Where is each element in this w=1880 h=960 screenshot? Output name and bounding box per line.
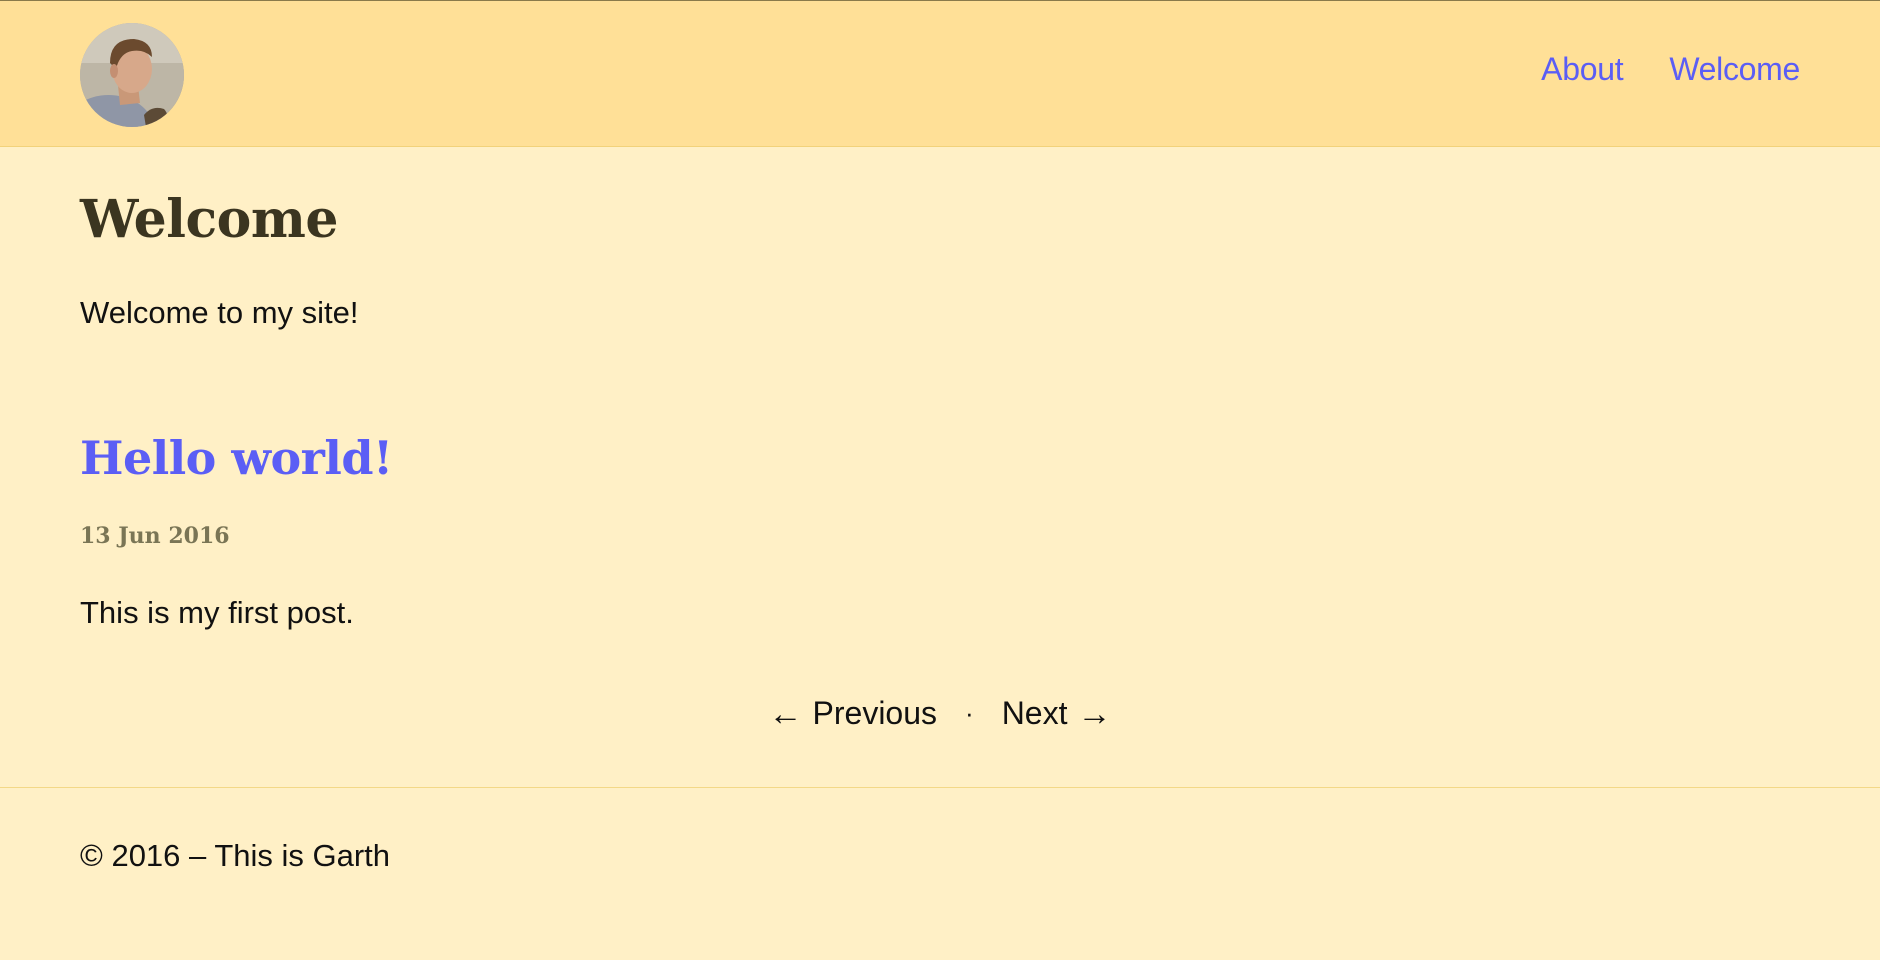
post-date: 13 Jun 2016 [80,523,230,549]
pagination: ← Previous · Next → [80,695,1800,732]
post-title-link[interactable]: Hello world! [80,431,393,485]
post-body: This is my first post. [80,595,354,630]
arrow-left-icon: ← [768,694,803,733]
arrow-right-icon: → [1077,694,1112,733]
previous-label: Previous [812,695,938,731]
next-page-link[interactable]: Next → [1002,695,1112,732]
main-nav: About Welcome [1541,51,1800,88]
nav-link-welcome[interactable]: Welcome [1669,51,1800,88]
previous-page-link[interactable]: ← Previous [769,695,938,732]
site-footer: © 2016 – This is Garth [0,787,1880,960]
site-header: About Welcome [0,0,1880,147]
pager-separator: · [965,698,974,728]
next-label: Next [1001,695,1068,731]
footer-copyright: © 2016 – This is Garth [80,838,391,873]
nav-link-about[interactable]: About [1541,51,1623,88]
page-title: Welcome [80,189,338,250]
intro-text: Welcome to my site! [80,295,359,330]
avatar[interactable] [80,23,184,127]
avatar-photo-icon [80,23,184,127]
